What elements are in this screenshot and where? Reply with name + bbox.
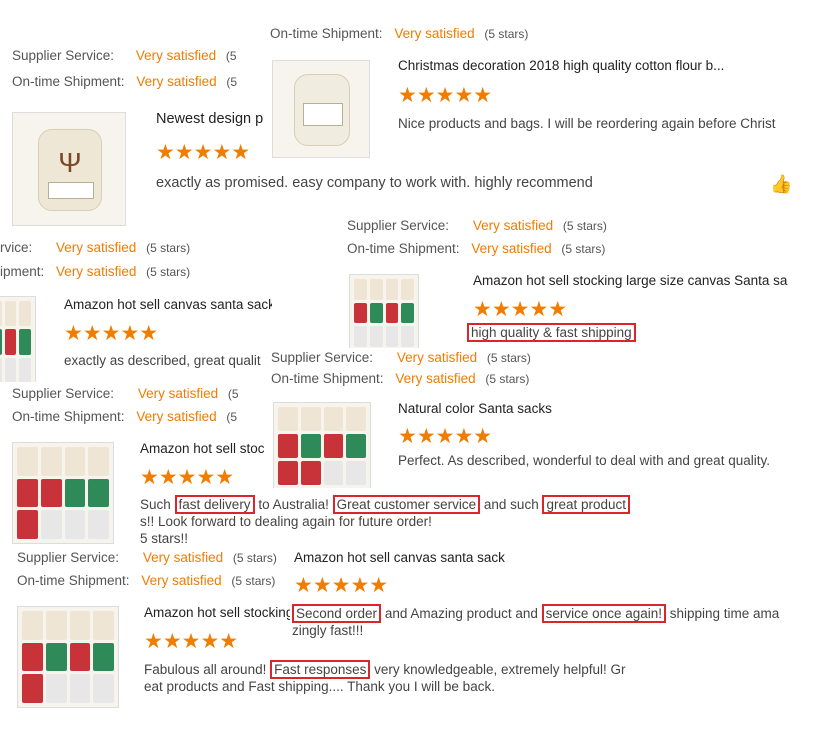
supplier-row: Supplier Service: Very satisfied (5 star… [347, 218, 607, 233]
review-card-h: Amazon hot sell canvas santa sack ★★★★★ … [290, 548, 790, 644]
supplier-stars: (5 stars) [486, 351, 531, 365]
product-image[interactable] [272, 60, 370, 158]
rating-stars: ★★★★★ [398, 84, 493, 107]
review-card-d: Supplier Service: Very satisfied (5 star… [345, 214, 795, 354]
shipment-label: On-time Shipment: [270, 26, 383, 41]
shipment-value: Very satisfied [136, 74, 217, 89]
shipment-value: Very satisfied [141, 573, 222, 588]
shipment-value: Very satisfied [394, 26, 475, 41]
highlight-box: Great customer service [332, 495, 481, 514]
supplier-row: Supplier Service: Very satisfied (5 [12, 48, 237, 63]
shipment-value: Very satisfied [136, 409, 217, 424]
shipment-label: On-time Shipment: [12, 74, 125, 89]
review-comment: Nice products and bags. I will be reorde… [398, 116, 776, 131]
supplier-value: Very satisfied [137, 386, 219, 401]
shipment-stars: (5 stars) [561, 242, 606, 256]
supplier-label: Supplier Service: [271, 350, 374, 365]
review-title[interactable]: Christmas decoration 2018 high quality c… [398, 58, 724, 73]
supplier-stars: (5 stars) [562, 219, 607, 233]
supplier-row: Supplier Service: Very satisfied (5 star… [17, 550, 277, 565]
supplier-label: Supplier Service: [12, 48, 115, 63]
review-comment: Fabulous all around! Fast responses very… [144, 660, 626, 694]
shipment-row: On-time Shipment: Very satisfied (5 star… [270, 26, 528, 41]
shipment-stars: (5 [226, 410, 238, 424]
review-comment: high quality & fast shipping [467, 323, 636, 342]
shipment-row: On-time Shipment: Very satisfied (5 star… [347, 241, 605, 256]
highlight-box: high quality & fast shipping [467, 323, 636, 342]
product-image[interactable] [17, 606, 119, 708]
review-title[interactable]: Amazon hot sell stocking [144, 605, 290, 620]
review-title[interactable]: Natural color Santa sacks [398, 401, 552, 416]
supplier-stars: (5 [225, 49, 237, 63]
shipment-label: On-time Shipment: [17, 573, 130, 588]
supplier-label: Supplier Service: [347, 218, 450, 233]
shipment-value: Very satisfied [471, 241, 552, 256]
review-card-c: rvice: Very satisfied (5 stars) ipment: … [0, 236, 272, 386]
review-comment: exactly as promised. easy company to wor… [156, 175, 593, 191]
review-title[interactable]: Amazon hot sell stoc [140, 441, 265, 456]
shipment-stars: (5 stars) [146, 265, 191, 279]
shipment-value: Very satisfied [395, 371, 476, 386]
supplier-stars: (5 [227, 387, 239, 401]
product-image[interactable] [0, 296, 36, 386]
review-comment: Such fast delivery to Australia! Great c… [140, 495, 680, 547]
shipment-label: ipment: [0, 264, 45, 279]
rating-stars: ★★★★★ [473, 298, 568, 321]
rating-stars: ★★★★★ [64, 322, 159, 345]
supplier-value: Very satisfied [396, 350, 478, 365]
supplier-label: Supplier Service: [17, 550, 120, 565]
rating-stars: ★★★★★ [294, 574, 389, 597]
review-title[interactable]: Newest design p [156, 111, 263, 127]
review-comment: Second order and Amazing product and ser… [292, 604, 780, 638]
highlight-box: Second order [292, 604, 382, 623]
shipment-row: On-time Shipment: Very satisfied (5 star… [17, 573, 275, 588]
product-image[interactable] [12, 442, 114, 544]
rating-stars: ★★★★★ [144, 630, 239, 653]
supplier-row: rvice: Very satisfied (5 stars) [0, 240, 190, 255]
shipment-stars: (5 stars) [485, 372, 530, 386]
highlight-box: fast delivery [174, 495, 255, 514]
shipment-label: On-time Shipment: [347, 241, 460, 256]
supplier-value: Very satisfied [56, 240, 137, 255]
shipment-stars: (5 stars) [484, 27, 529, 41]
product-image[interactable] [273, 402, 371, 488]
supplier-value: Very satisfied [472, 218, 554, 233]
highlight-box: Fast responses [270, 660, 371, 679]
supplier-row: Supplier Service: Very satisfied (5 [12, 386, 239, 401]
highlight-box: great product [542, 495, 631, 514]
supplier-label: Supplier Service: [12, 386, 115, 401]
review-comment: Perfect. As described, wonderful to deal… [398, 453, 770, 468]
shipment-row: On-time Shipment: Very satisfied (5 [12, 74, 237, 89]
supplier-row: Supplier Service: Very satisfied (5 star… [271, 350, 531, 365]
review-card-b: On-time Shipment: Very satisfied (5 star… [268, 22, 793, 162]
rating-stars: ★★★★★ [140, 466, 235, 489]
rating-stars: ★★★★★ [398, 425, 493, 448]
shipment-row: On-time Shipment: Very satisfied (5 star… [271, 371, 529, 386]
shipment-stars: (5 stars) [231, 574, 276, 588]
review-comment: exactly as described, great qualit [64, 353, 261, 368]
product-image[interactable]: Ψ [12, 112, 126, 226]
shipment-row: On-time Shipment: Very satisfied (5 [12, 409, 237, 424]
antler-icon: Ψ [58, 147, 82, 179]
highlight-box: service once again! [541, 604, 666, 623]
product-image[interactable] [349, 274, 419, 352]
supplier-stars: (5 stars) [232, 551, 277, 565]
supplier-value: Very satisfied [142, 550, 224, 565]
rating-stars: ★★★★★ [156, 141, 251, 164]
supplier-label: rvice: [0, 240, 33, 255]
review-card-f: Supplier Service: Very satisfied (5 star… [269, 348, 794, 488]
review-title[interactable]: Amazon hot sell canvas santa sack [294, 550, 505, 565]
shipment-label: On-time Shipment: [12, 409, 125, 424]
supplier-stars: (5 stars) [146, 241, 191, 255]
shipment-row: ipment: Very satisfied (5 stars) [0, 264, 190, 279]
supplier-value: Very satisfied [135, 48, 217, 63]
thumbs-up-icon[interactable]: 👍 [770, 174, 792, 195]
shipment-value: Very satisfied [56, 264, 137, 279]
shipment-stars: (5 [226, 75, 238, 89]
shipment-label: On-time Shipment: [271, 371, 384, 386]
review-title[interactable]: Amazon hot sell canvas santa sack [64, 297, 272, 312]
review-card-a: Supplier Service: Very satisfied (5 On-t… [0, 40, 270, 230]
review-title[interactable]: Amazon hot sell stocking large size canv… [473, 273, 787, 288]
